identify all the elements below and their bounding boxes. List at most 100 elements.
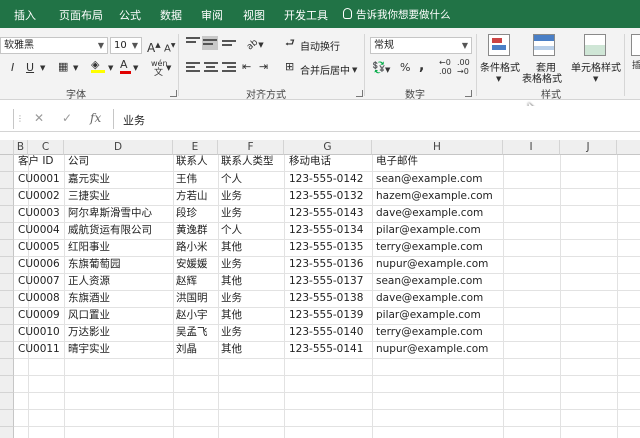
chevron-down-icon[interactable]: ▼: [496, 72, 501, 86]
header-company[interactable]: 公司: [68, 153, 89, 170]
row-header[interactable]: [0, 342, 14, 359]
table-cell[interactable]: 段珍: [176, 205, 197, 222]
table-cell[interactable]: 刘晶: [176, 341, 197, 358]
table-cell[interactable]: 晴宇实业: [68, 341, 110, 358]
chevron-down-icon[interactable]: ▼: [593, 72, 598, 86]
chevron-down-icon[interactable]: ▼: [133, 61, 138, 75]
table-cell[interactable]: 万达影业: [68, 324, 110, 341]
underline-button[interactable]: U: [26, 61, 34, 75]
tab-data[interactable]: 数据: [160, 7, 182, 23]
table-cell[interactable]: 洪国明: [176, 290, 208, 307]
table-cell[interactable]: CU0003: [18, 205, 60, 222]
align-middle-icon[interactable]: [202, 36, 218, 50]
chevron-down-icon[interactable]: ▼: [73, 61, 78, 75]
table-cell[interactable]: 赵小宇: [176, 307, 208, 324]
table-cell[interactable]: 其他: [221, 341, 242, 358]
align-right-icon[interactable]: [222, 62, 236, 74]
table-cell[interactable]: CU0001: [18, 171, 60, 188]
tab-insert[interactable]: 插入: [14, 7, 36, 23]
table-cell[interactable]: CU0005: [18, 239, 60, 256]
row-header[interactable]: [0, 291, 14, 308]
tell-me-box[interactable]: 告诉我你想要做什么: [343, 7, 451, 22]
header-contact[interactable]: 联系人: [176, 153, 208, 170]
row-header[interactable]: [0, 393, 14, 410]
more-options-icon[interactable]: ⋮: [16, 112, 24, 126]
table-cell[interactable]: terry@example.com: [376, 239, 483, 256]
table-cell[interactable]: 东旗酒业: [68, 290, 110, 307]
merge-center-button[interactable]: 合并后居中: [300, 62, 350, 77]
decrease-decimal-button[interactable]: .00 →0: [457, 58, 470, 76]
font-size-combo[interactable]: 10 ▼: [110, 37, 142, 54]
table-cell[interactable]: CU0007: [18, 273, 60, 290]
table-cell[interactable]: 123-555-0143: [289, 205, 363, 222]
number-dialog-launcher[interactable]: [465, 90, 472, 97]
table-cell[interactable]: 嘉元实业: [68, 171, 110, 188]
table-cell[interactable]: 黄逸群: [176, 222, 208, 239]
row-header[interactable]: [0, 189, 14, 206]
column-header-i[interactable]: I: [503, 140, 560, 155]
table-cell[interactable]: 阿尔卑斯滑雪中心: [68, 205, 152, 222]
cancel-icon[interactable]: ✕: [34, 111, 44, 125]
table-cell[interactable]: 123-555-0132: [289, 188, 363, 205]
table-cell[interactable]: pilar@example.com: [376, 307, 481, 324]
wrap-text-button[interactable]: 自动换行: [300, 38, 340, 53]
align-left-icon[interactable]: [186, 62, 200, 74]
shrink-font-button[interactable]: A▼: [164, 39, 175, 56]
row-header[interactable]: [0, 257, 14, 274]
table-cell[interactable]: 赵辉: [176, 273, 197, 290]
table-cell[interactable]: CU0011: [18, 341, 60, 358]
grow-font-button[interactable]: A▲: [147, 38, 161, 55]
font-name-combo[interactable]: 软雅黑 ▼: [0, 37, 108, 54]
table-cell[interactable]: 123-555-0142: [289, 171, 363, 188]
decrease-indent-icon[interactable]: ⇤: [242, 60, 251, 74]
fill-color-icon[interactable]: ◈: [91, 58, 105, 73]
table-cell[interactable]: 123-555-0141: [289, 341, 363, 358]
table-cell[interactable]: 123-555-0138: [289, 290, 363, 307]
table-cell[interactable]: sean@example.com: [376, 273, 482, 290]
table-cell[interactable]: dave@example.com: [376, 205, 483, 222]
table-cell[interactable]: 其他: [221, 239, 242, 256]
row-header[interactable]: [0, 206, 14, 223]
table-cell[interactable]: 123-555-0136: [289, 256, 363, 273]
table-cell[interactable]: pilar@example.com: [376, 222, 481, 239]
italic-button[interactable]: I: [11, 61, 14, 75]
format-as-table-line2[interactable]: 表格格式: [522, 70, 562, 85]
header-contact-type[interactable]: 联系人类型: [221, 153, 274, 170]
table-cell[interactable]: CU0006: [18, 256, 60, 273]
row-header[interactable]: [0, 308, 14, 325]
table-cell[interactable]: 个人: [221, 171, 242, 188]
tab-developer[interactable]: 开发工具: [284, 7, 328, 23]
increase-decimal-button[interactable]: ←0.00: [439, 58, 452, 76]
table-cell[interactable]: 业务: [221, 205, 242, 222]
table-cell[interactable]: 其他: [221, 307, 242, 324]
increase-indent-icon[interactable]: ⇥: [259, 60, 268, 74]
select-all-corner[interactable]: [0, 140, 14, 155]
table-cell[interactable]: 其他: [221, 273, 242, 290]
table-cell[interactable]: 个人: [221, 222, 242, 239]
table-cell[interactable]: 123-555-0140: [289, 324, 363, 341]
number-format-combo[interactable]: 常规 ▼: [370, 37, 472, 54]
tab-view[interactable]: 视图: [243, 7, 265, 23]
table-cell[interactable]: CU0010: [18, 324, 60, 341]
align-bottom-icon[interactable]: [222, 40, 236, 52]
table-cell[interactable]: 东旗葡萄园: [68, 256, 121, 273]
table-cell[interactable]: CU0008: [18, 290, 60, 307]
chevron-down-icon[interactable]: ▼: [166, 61, 171, 75]
table-cell[interactable]: 王伟: [176, 171, 197, 188]
row-header[interactable]: [0, 274, 14, 291]
table-cell[interactable]: sean@example.com: [376, 171, 482, 188]
tab-review[interactable]: 审阅: [201, 7, 223, 23]
formula-input[interactable]: 业务: [123, 112, 145, 128]
table-cell[interactable]: 红阳事业: [68, 239, 110, 256]
chevron-down-icon[interactable]: ▼: [40, 61, 45, 75]
row-header[interactable]: [0, 410, 14, 427]
row-header[interactable]: [0, 172, 14, 189]
table-cell[interactable]: CU0002: [18, 188, 60, 205]
accounting-format-icon[interactable]: 💱: [372, 61, 386, 75]
header-customer-id[interactable]: 客户 ID: [18, 153, 54, 170]
font-color-button[interactable]: A: [120, 58, 131, 74]
table-cell[interactable]: terry@example.com: [376, 324, 483, 341]
row-header[interactable]: [0, 325, 14, 342]
comma-button[interactable]: ,: [419, 59, 424, 73]
table-cell[interactable]: 三捷实业: [68, 188, 110, 205]
